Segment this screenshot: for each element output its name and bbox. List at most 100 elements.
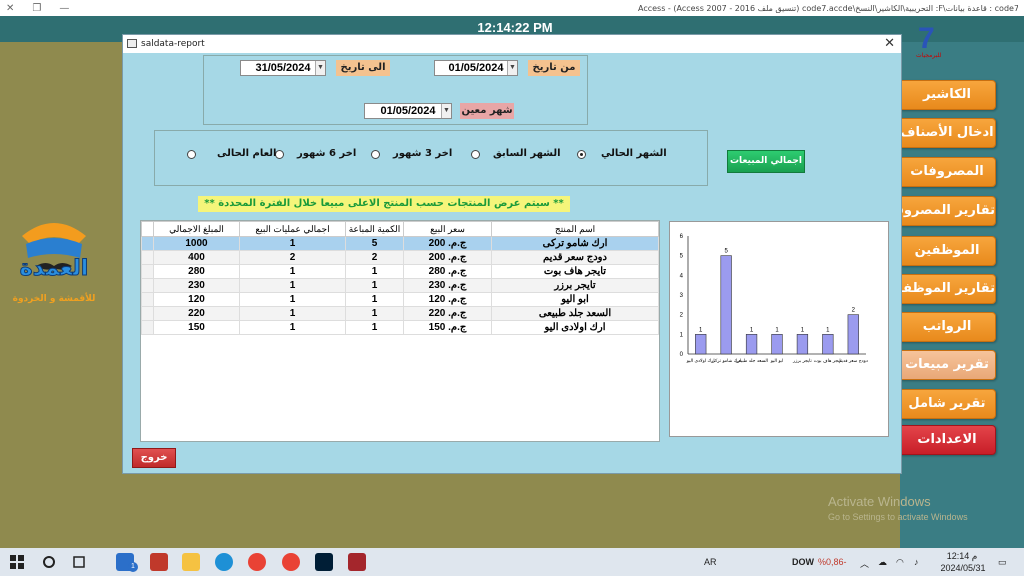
mail-badge: 1 xyxy=(128,562,138,572)
empty-cell xyxy=(404,405,492,419)
table-cell: ج.م. 280 xyxy=(403,264,492,279)
to-date-field[interactable]: 31/05/2024 ▼ xyxy=(240,60,326,76)
stock-ticker[interactable]: DOW xyxy=(792,557,814,567)
chrome-alt-icon[interactable] xyxy=(282,553,300,571)
stock-change: %0,86- xyxy=(818,557,847,567)
task-view-icon[interactable] xyxy=(70,553,88,571)
network-icon[interactable]: ☁ xyxy=(878,557,887,568)
notification-icon[interactable]: ▭ xyxy=(998,557,1007,568)
row-selector[interactable] xyxy=(141,250,154,265)
table-row[interactable]: 400 2 2 ج.م. 200 دودج سعر قديم xyxy=(141,250,659,265)
chart-bar xyxy=(720,255,732,355)
dropdown-arrow-icon[interactable]: ▼ xyxy=(441,104,451,118)
column-header[interactable]: الكمية المباعة xyxy=(345,221,404,237)
y-tick-label: 5 xyxy=(680,254,684,260)
exit-button[interactable]: خروج xyxy=(132,448,176,468)
nav-button[interactable]: ادخال الأصناف xyxy=(898,118,996,148)
empty-cell xyxy=(404,349,492,363)
column-header[interactable]: اجمالي عمليات البيع xyxy=(239,221,346,237)
empty-cell xyxy=(404,363,492,377)
dialog-close-icon[interactable]: ✕ xyxy=(884,36,895,51)
chart-bar xyxy=(796,334,809,355)
empty-cell xyxy=(346,419,404,433)
row-selector[interactable] xyxy=(141,292,154,307)
radio-previous-month[interactable] xyxy=(471,150,480,159)
windows-start-icon[interactable] xyxy=(8,553,26,571)
sales-table: المبلغ الاجمالي اجمالي عمليات البيع الكم… xyxy=(140,220,660,442)
restore-icon[interactable]: ❐ xyxy=(32,3,41,14)
close-icon[interactable]: ✕ xyxy=(6,3,14,14)
row-selector[interactable] xyxy=(141,264,154,279)
table-row[interactable]: 120 1 1 ج.م. 120 ابو اليو xyxy=(141,292,659,307)
empty-cell xyxy=(404,377,492,391)
dropdown-arrow-icon[interactable]: ▼ xyxy=(507,61,517,75)
table-cell: ج.م. 200 xyxy=(403,250,492,265)
row-selector[interactable] xyxy=(141,306,154,321)
table-header-row: المبلغ الاجمالي اجمالي عمليات البيع الكم… xyxy=(141,221,659,237)
edge-icon[interactable] xyxy=(215,553,233,571)
nav-button[interactable]: الاعدادات xyxy=(898,425,996,455)
tray-chevron-icon[interactable]: ︿ xyxy=(860,557,869,570)
empty-cell xyxy=(404,391,492,405)
table-row[interactable]: 280 1 1 ج.م. 280 تايجر هاف بوت xyxy=(141,264,659,279)
volume-icon[interactable]: ♪ xyxy=(914,557,919,567)
table-cell: 1000 xyxy=(153,236,240,251)
chrome-icon[interactable] xyxy=(248,553,266,571)
from-date-field[interactable]: 01/05/2024 ▼ xyxy=(434,60,518,76)
radio-current-year[interactable] xyxy=(187,150,196,159)
row-selector[interactable] xyxy=(141,320,154,335)
column-header[interactable]: المبلغ الاجمالي xyxy=(153,221,240,237)
wifi-icon[interactable]: ◠ xyxy=(896,557,904,568)
empty-cell xyxy=(142,349,154,363)
nav-button[interactable]: تقرير مبيعات xyxy=(898,350,996,380)
tray-time[interactable]: 12:14 م xyxy=(942,551,982,562)
search-icon[interactable] xyxy=(40,553,58,571)
month-date-value: 01/05/2024 xyxy=(380,105,436,117)
table-cell: ارك اولادى اليو xyxy=(491,320,659,335)
table-row[interactable]: 1000 1 5 ج.م. 200 ارك شامو تركى xyxy=(141,236,659,251)
table-cell: 1 xyxy=(239,292,346,307)
nav-button[interactable]: الموظفين xyxy=(898,236,996,266)
tray-date[interactable]: 2024/05/31 xyxy=(938,563,988,573)
radio-last-3-months[interactable] xyxy=(371,150,380,159)
y-tick-label: 1 xyxy=(680,332,684,338)
table-cell: 150 xyxy=(153,320,240,335)
nav-button[interactable]: المصروفات xyxy=(898,157,996,187)
radio-current-month[interactable] xyxy=(577,150,586,159)
nav-button[interactable]: الكاشير xyxy=(898,80,996,110)
nav-button[interactable]: تقارير المصروفات xyxy=(898,196,996,226)
table-cell: ارك شامو تركى xyxy=(491,236,659,251)
file-explorer-icon[interactable] xyxy=(182,553,200,571)
month-date-field[interactable]: 01/05/2024 ▼ xyxy=(364,103,452,119)
minimize-icon[interactable]: — xyxy=(59,3,69,14)
row-selector[interactable] xyxy=(141,236,154,251)
table-row[interactable]: 150 1 1 ج.م. 150 ارك اولادى اليو xyxy=(141,320,659,335)
empty-row xyxy=(142,391,659,405)
table-cell: 5 xyxy=(345,236,404,251)
column-header[interactable]: سعر البيع xyxy=(403,221,492,237)
nav-button[interactable]: تقرير شامل xyxy=(898,389,996,419)
language-indicator[interactable]: AR xyxy=(704,557,717,567)
empty-cell xyxy=(240,391,346,405)
nav-button[interactable]: تقارير الموظفين xyxy=(898,274,996,304)
media-icon[interactable] xyxy=(150,553,168,571)
table-row[interactable]: 220 1 1 ج.م. 220 السعد جلد طبيعى xyxy=(141,306,659,321)
photoshop-icon[interactable] xyxy=(315,553,333,571)
table-cell: 2 xyxy=(345,250,404,265)
y-tick-label: 2 xyxy=(680,313,684,319)
column-header[interactable]: اسم المنتج xyxy=(491,221,659,237)
bar-data-label: 1 xyxy=(826,327,830,333)
empty-cell xyxy=(492,335,659,349)
table-row[interactable]: 230 1 1 ج.م. 230 تايجر برزر xyxy=(141,278,659,293)
nav-button[interactable]: الرواتب xyxy=(898,312,996,342)
empty-cell xyxy=(142,335,154,349)
access-icon[interactable] xyxy=(348,553,366,571)
table-cell: تايجر هاف بوت xyxy=(491,264,659,279)
brand-logo: العمدة للأقمشة و الخردوة xyxy=(8,210,100,310)
watermark-subtitle: Go to Settings to activate Windows xyxy=(828,512,968,522)
table-cell: 220 xyxy=(153,306,240,321)
row-selector[interactable] xyxy=(141,278,154,293)
total-sales-button[interactable]: اجمالي المبيعات xyxy=(727,150,805,173)
month-label: شهر معين xyxy=(460,103,514,119)
dropdown-arrow-icon[interactable]: ▼ xyxy=(315,61,325,75)
